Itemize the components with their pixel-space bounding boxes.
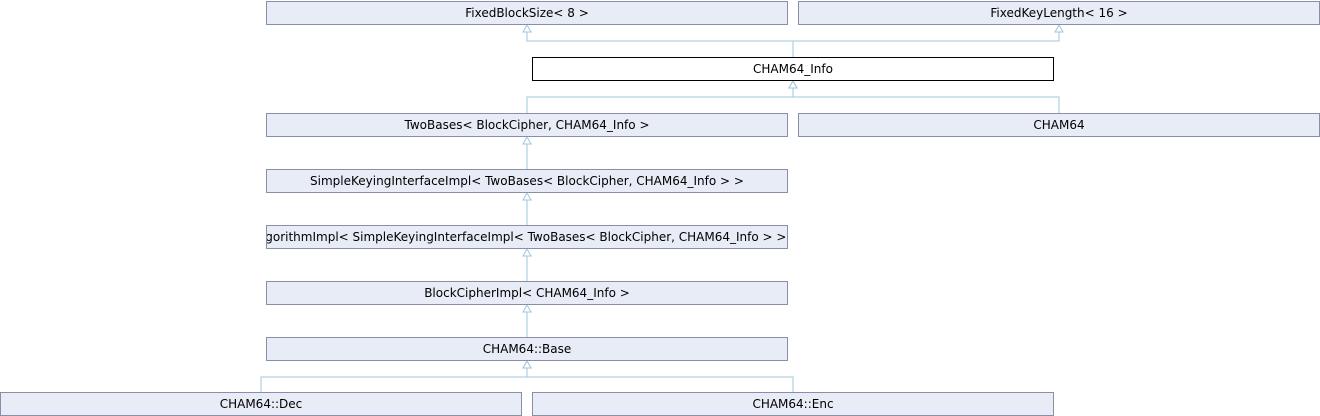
- node-label: FixedBlockSize< 8 >: [465, 6, 589, 20]
- node-fixed-block-size[interactable]: FixedBlockSize< 8 >: [266, 1, 788, 25]
- edge-cham64_info-to-fixed_key_length: [792, 31, 1060, 57]
- node-fixed-key-length[interactable]: FixedKeyLength< 16 >: [798, 1, 1320, 25]
- edge-cham64_info-to-fixed_block_size: [526, 31, 794, 57]
- edge-cham64_dec-to-cham64_base: [260, 367, 528, 392]
- edge-arrowhead: [788, 79, 798, 89]
- node-cham64-dec[interactable]: CHAM64::Dec: [0, 392, 522, 416]
- node-label: CHAM64_Info: [753, 62, 833, 76]
- edge-cham64-to-cham64_info: [792, 87, 1060, 113]
- node-label: AlgorithmImpl< SimpleKeyingInterfaceImpl…: [266, 230, 788, 244]
- node-cham64-base[interactable]: CHAM64::Base: [266, 337, 788, 361]
- node-simple-keying-interface-impl[interactable]: SimpleKeyingInterfaceImpl< TwoBases< Blo…: [266, 169, 788, 193]
- edge-arrowhead: [1054, 23, 1064, 33]
- node-label: BlockCipherImpl< CHAM64_Info >: [424, 286, 630, 300]
- edge-arrowhead: [522, 135, 532, 145]
- edge-two_bases-to-cham64_info: [526, 87, 794, 113]
- node-label: CHAM64: [1033, 118, 1085, 132]
- node-block-cipher-impl[interactable]: BlockCipherImpl< CHAM64_Info >: [266, 281, 788, 305]
- node-label: FixedKeyLength< 16 >: [990, 6, 1128, 20]
- edge-cham64_enc-to-cham64_base: [526, 367, 794, 392]
- node-cham64-enc[interactable]: CHAM64::Enc: [532, 392, 1054, 416]
- node-two-bases[interactable]: TwoBases< BlockCipher, CHAM64_Info >: [266, 113, 788, 137]
- node-label: CHAM64::Dec: [219, 397, 303, 411]
- node-label: CHAM64::Enc: [752, 397, 834, 411]
- node-label: TwoBases< BlockCipher, CHAM64_Info >: [404, 118, 650, 132]
- node-cham64[interactable]: CHAM64: [798, 113, 1320, 137]
- edge-arrowhead: [522, 23, 532, 33]
- node-algorithm-impl[interactable]: AlgorithmImpl< SimpleKeyingInterfaceImpl…: [266, 225, 788, 249]
- node-label: CHAM64::Base: [482, 342, 572, 356]
- edge-arrowhead: [522, 191, 532, 201]
- edge-arrowhead: [522, 359, 532, 369]
- node-label: SimpleKeyingInterfaceImpl< TwoBases< Blo…: [310, 174, 744, 188]
- node-cham64-info: CHAM64_Info: [532, 57, 1054, 81]
- edge-arrowhead: [522, 247, 532, 257]
- edge-arrowhead: [522, 303, 532, 313]
